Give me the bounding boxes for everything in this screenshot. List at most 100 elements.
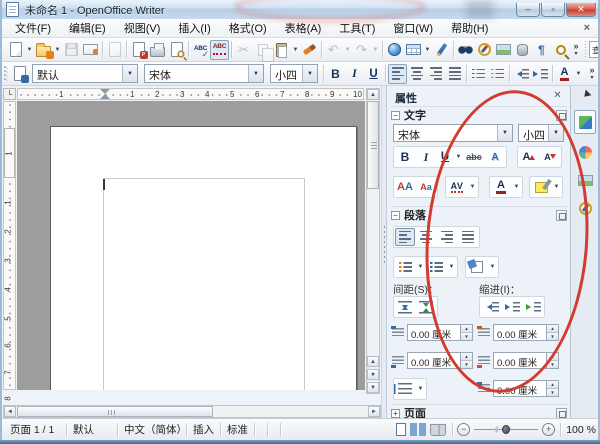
bullet-list-icon[interactable] — [395, 258, 415, 276]
sidebar-close-icon[interactable]: ✕ — [551, 89, 564, 102]
maximize-button[interactable]: ▫ — [541, 3, 565, 17]
auto-spellcheck-icon[interactable]: ABC — [210, 40, 229, 60]
multi-page-view-icon[interactable] — [410, 423, 426, 436]
open-icon[interactable] — [34, 40, 53, 60]
increase-spacing-icon[interactable] — [395, 298, 415, 316]
language-status[interactable]: 中文（简体） — [118, 422, 186, 437]
undo-icon[interactable]: ↶ — [324, 40, 343, 60]
menu-item-help[interactable]: 帮助(H) — [442, 18, 497, 38]
line-spacing-icon[interactable] — [395, 380, 415, 398]
toolbar-overflow-button[interactable]: »▾ — [570, 42, 582, 57]
underline-icon[interactable]: U — [364, 64, 383, 84]
menu-item-view[interactable]: 视图(V) — [115, 18, 170, 38]
clone-formatting-icon[interactable] — [300, 40, 319, 60]
save-icon[interactable] — [62, 40, 81, 60]
page-section-header[interactable]: + 页面 — [391, 404, 567, 419]
paragraph-style-dropdown-icon[interactable]: ▼ — [122, 65, 137, 82]
tab-properties[interactable] — [574, 110, 596, 134]
paragraph-style-combobox[interactable]: 默认 ▼ — [32, 64, 138, 83]
italic-icon[interactable]: I — [345, 64, 364, 84]
gallery-icon[interactable] — [494, 40, 513, 60]
vertical-ruler[interactable]: 1 1 2 3 4 5 6 7 8 — [3, 101, 16, 390]
scroll-left-icon[interactable]: ◄ — [4, 406, 16, 417]
open-dropdown-icon[interactable]: ▼ — [53, 40, 62, 60]
paste-dropdown-icon[interactable]: ▼ — [291, 40, 300, 60]
expand-icon[interactable]: + — [391, 409, 400, 418]
redo-icon[interactable]: ↷ — [352, 40, 371, 60]
book-view-icon[interactable] — [430, 424, 446, 436]
navigation-icon[interactable]: ● — [367, 369, 379, 380]
next-page-icon[interactable]: ▼ — [367, 382, 379, 393]
new-document-dropdown-icon[interactable]: ▼ — [25, 40, 34, 60]
navigator-icon[interactable] — [475, 40, 494, 60]
font-color-dropdown-icon[interactable]: ▼ — [574, 64, 583, 84]
document-page[interactable] — [50, 126, 357, 390]
horizontal-ruler[interactable]: 1 1 2 3 4 5 6 7 8 9 10 — [17, 88, 364, 100]
previous-page-icon[interactable]: ▲ — [367, 356, 379, 367]
collapse-icon[interactable]: − — [391, 211, 400, 220]
undo-dropdown-icon[interactable]: ▼ — [343, 40, 352, 60]
align-right-icon[interactable] — [426, 64, 445, 84]
menu-item-file[interactable]: 文件(F) — [6, 18, 60, 38]
menu-item-edit[interactable]: 编辑(E) — [60, 18, 115, 38]
menu-item-insert[interactable]: 插入(I) — [169, 18, 219, 38]
vertical-scrollbar[interactable]: ▲ ▲ ● ▼ — [366, 88, 380, 394]
vertical-scroll-thumb[interactable] — [367, 101, 379, 189]
bold-icon[interactable]: B — [395, 148, 415, 166]
copy-icon[interactable] — [253, 40, 272, 60]
numbered-list-icon[interactable] — [469, 64, 488, 84]
spellcheck-icon[interactable]: ABC✓ — [191, 40, 210, 60]
toolbar-grip[interactable] — [4, 66, 8, 82]
draw-functions-icon[interactable] — [432, 40, 451, 60]
find-replace-icon[interactable] — [456, 40, 475, 60]
insert-table-icon[interactable] — [404, 40, 423, 60]
horizontal-scroll-thumb[interactable] — [17, 406, 213, 417]
scroll-right-icon[interactable]: ► — [368, 406, 380, 417]
export-pdf-icon[interactable]: P — [129, 40, 148, 60]
tab-stop-selector[interactable]: └ — [3, 88, 16, 100]
data-sources-icon[interactable] — [513, 40, 532, 60]
page-preview-icon[interactable] — [167, 40, 186, 60]
zoom-in-icon[interactable]: + — [542, 423, 555, 436]
zoom-slider[interactable] — [474, 429, 538, 430]
font-size-combobox[interactable]: 小四 ▼ — [270, 64, 318, 83]
close-button[interactable]: ✕ — [566, 3, 596, 17]
document-canvas[interactable] — [17, 101, 365, 390]
menu-item-format[interactable]: 格式(O) — [220, 18, 276, 38]
uppercase-icon[interactable]: AA — [395, 178, 415, 196]
edit-file-icon[interactable] — [105, 40, 124, 60]
zoom-level-status[interactable]: 100 % — [566, 424, 596, 436]
bullet-list-dropdown-icon[interactable]: ▼ — [416, 258, 425, 276]
font-color-icon[interactable]: A — [555, 64, 574, 84]
paste-icon[interactable] — [272, 40, 291, 60]
horizontal-scrollbar[interactable]: ◄ ► — [3, 405, 381, 418]
font-name-dropdown-icon[interactable]: ▼ — [248, 65, 263, 82]
page-dialog-launcher-icon[interactable] — [556, 408, 567, 419]
scroll-up-icon[interactable]: ▲ — [367, 89, 379, 100]
align-center-icon[interactable] — [407, 64, 426, 84]
bold-icon[interactable]: B — [326, 64, 345, 84]
page-style-status[interactable]: 默认 — [67, 422, 117, 437]
decrease-indent-icon[interactable] — [512, 64, 531, 84]
toolbar-overflow-button[interactable]: »▾ — [586, 66, 598, 81]
sidebar-menu-icon[interactable] — [574, 88, 596, 104]
new-document-icon[interactable] — [6, 40, 25, 60]
hyperlink-icon[interactable] — [385, 40, 404, 60]
zoom-icon[interactable] — [551, 40, 570, 60]
align-left-icon[interactable] — [395, 228, 415, 246]
insert-table-dropdown-icon[interactable]: ▼ — [423, 40, 432, 60]
zoom-out-icon[interactable]: − — [457, 423, 470, 436]
line-spacing-dropdown-icon[interactable]: ▼ — [416, 380, 425, 398]
zoom-slider-thumb[interactable] — [502, 425, 510, 434]
minimize-button[interactable]: – — [516, 3, 540, 17]
email-document-icon[interactable] — [81, 40, 100, 60]
formatting-marks-icon[interactable]: ¶ — [532, 40, 551, 60]
insert-mode-status[interactable]: 插入 — [187, 422, 220, 437]
page-count-status[interactable]: 页面 1 / 1 — [4, 422, 66, 437]
first-line-indent-spinner[interactable]: ▲▼ — [546, 381, 558, 396]
collapse-icon[interactable]: − — [391, 111, 400, 120]
font-size-dropdown-icon[interactable]: ▼ — [302, 65, 317, 82]
align-left-icon[interactable] — [388, 64, 407, 84]
styles-panel-icon[interactable] — [10, 64, 29, 84]
cut-icon[interactable]: ✂ — [234, 40, 253, 60]
